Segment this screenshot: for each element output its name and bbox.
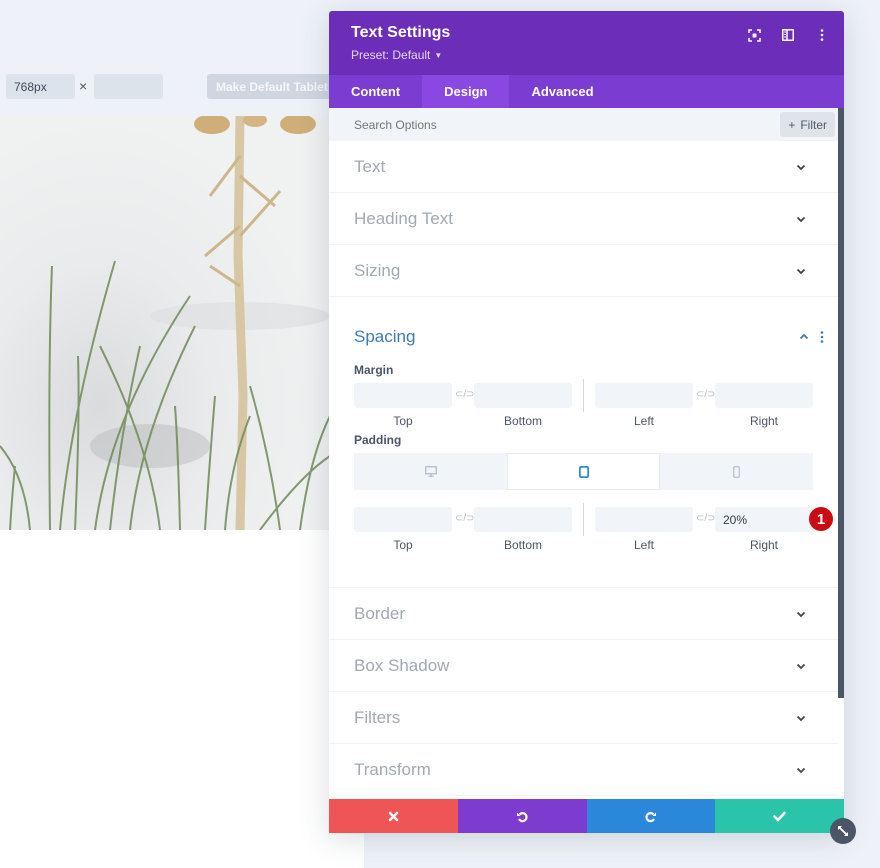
margin-label: Margin: [354, 363, 394, 377]
padding-right-input[interactable]: 20%: [715, 507, 813, 532]
filter-label: Filter: [800, 117, 827, 132]
chevron-down-icon: [796, 663, 806, 669]
device-tab-phone[interactable]: [660, 453, 813, 490]
tablet-icon: [578, 465, 589, 478]
chevron-down-icon: [796, 715, 806, 721]
section-spacing: Spacing Margin ⊂/⊃ ⊂/⊃ Top Bottom Left R…: [329, 297, 838, 588]
plus-icon: +: [788, 117, 796, 132]
margin-top-label: Top: [393, 414, 413, 428]
section-sizing[interactable]: Sizing: [329, 245, 838, 297]
caret-down-icon: ▼: [434, 50, 443, 60]
padding-bottom-input[interactable]: [474, 507, 572, 532]
section-text[interactable]: Text: [329, 141, 838, 193]
section-title: Border: [354, 603, 406, 623]
search-bar: + Filter: [329, 108, 844, 141]
link-icon[interactable]: ⊂/⊃: [696, 389, 716, 400]
section-title: Heading Text: [354, 208, 453, 228]
margin-left-label: Left: [633, 414, 654, 428]
section-title: Box Shadow: [354, 655, 450, 675]
split-view-icon[interactable]: [780, 27, 796, 43]
more-vertical-icon[interactable]: [820, 331, 824, 343]
section-transform[interactable]: Transform: [329, 744, 838, 796]
focus-icon[interactable]: [746, 27, 762, 43]
section-box-shadow[interactable]: Box Shadow: [329, 640, 838, 692]
padding-top-input[interactable]: [354, 507, 452, 532]
spacing-title[interactable]: Spacing: [354, 327, 415, 347]
chevron-down-icon: [796, 164, 806, 170]
margin-bottom-input[interactable]: [474, 383, 572, 408]
chevron-down-icon: [796, 216, 806, 222]
margin-right-input[interactable]: [715, 383, 813, 408]
padding-label: Padding: [354, 433, 402, 447]
preset-selector[interactable]: Preset: Default ▼: [351, 48, 822, 62]
device-tab-tablet[interactable]: [507, 453, 660, 490]
chevron-down-icon: [796, 268, 806, 274]
search-options-input[interactable]: [329, 117, 844, 132]
chevron-down-icon: [796, 611, 806, 617]
padding-fields: ⊂/⊃ ⊂/⊃ 20% 1 Top Bottom Left Right: [354, 503, 833, 559]
yucca-grass-image: [0, 116, 332, 530]
preset-label: Preset: Default: [351, 48, 431, 62]
close-icon: [388, 811, 399, 821]
section-title: Filters: [354, 707, 401, 727]
step-badge: 1: [809, 507, 833, 531]
modal-header: Text Settings Preset: Default ▼: [329, 11, 844, 75]
phone-icon: [733, 465, 740, 478]
resize-handle[interactable]: [830, 818, 856, 844]
section-title: Transform: [354, 759, 431, 779]
divider: [583, 379, 584, 412]
padding-right-label: Right: [749, 538, 778, 552]
resize-icon: [838, 826, 848, 836]
section-title: Text: [354, 156, 386, 176]
section-filters[interactable]: Filters: [329, 692, 838, 744]
link-icon[interactable]: ⊂/⊃: [696, 513, 716, 524]
undo-icon: [516, 811, 528, 822]
tab-advanced[interactable]: Advanced: [509, 75, 615, 108]
preview-height-input[interactable]: [94, 74, 163, 99]
undo-button[interactable]: [457, 799, 587, 833]
redo-icon: [645, 811, 657, 822]
margin-left-input[interactable]: [595, 383, 693, 408]
chevron-down-icon: [796, 767, 806, 773]
desktop-icon: [424, 466, 437, 477]
modal-footer: [329, 799, 844, 833]
cancel-button[interactable]: [329, 799, 458, 833]
margin-fields: ⊂/⊃ ⊂/⊃ Top Bottom Left Right: [354, 379, 824, 435]
device-tab-desktop[interactable]: [354, 453, 507, 490]
tab-design[interactable]: Design: [422, 75, 510, 108]
section-heading-text[interactable]: Heading Text: [329, 193, 838, 245]
padding-top-label: Top: [393, 538, 413, 552]
padding-left-label: Left: [633, 538, 654, 552]
margin-top-input[interactable]: [354, 383, 452, 408]
check-icon: [773, 811, 786, 822]
text-settings-modal: Text Settings Preset: Default ▼ Content …: [329, 11, 844, 833]
save-button[interactable]: [715, 799, 844, 833]
tab-content[interactable]: Content: [329, 75, 422, 108]
filter-button[interactable]: + Filter: [780, 112, 835, 137]
chevron-up-icon[interactable]: [799, 332, 809, 342]
section-border[interactable]: Border: [329, 588, 838, 640]
section-title: Sizing: [354, 260, 401, 280]
link-icon[interactable]: ⊂/⊃: [455, 389, 475, 400]
preview-width-input[interactable]: 768px: [6, 74, 75, 99]
times-icon: ×: [79, 78, 88, 94]
divider: [583, 503, 584, 536]
more-vertical-icon[interactable]: [814, 27, 830, 43]
margin-bottom-label: Bottom: [503, 414, 542, 428]
redo-button[interactable]: [586, 799, 716, 833]
padding-left-input[interactable]: [595, 507, 693, 532]
make-default-tablet-button[interactable]: Make Default Tablet V: [207, 74, 332, 99]
margin-right-label: Right: [749, 414, 778, 428]
link-icon[interactable]: ⊂/⊃: [455, 513, 475, 524]
scrollbar[interactable]: [838, 108, 844, 698]
padding-bottom-label: Bottom: [503, 538, 542, 552]
settings-tabs: Content Design Advanced: [329, 75, 844, 108]
device-tabs: [354, 453, 813, 490]
